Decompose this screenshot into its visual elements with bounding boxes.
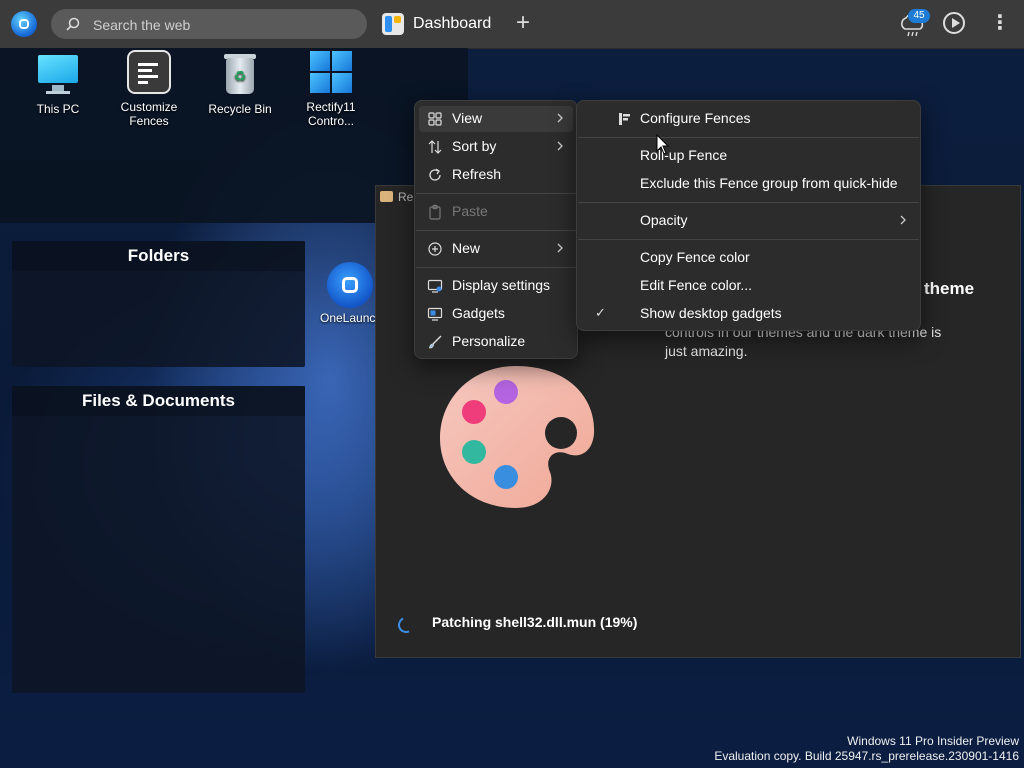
sort-icon <box>428 140 442 154</box>
menu-item-gadgets[interactable]: Gadgets <box>419 301 573 327</box>
submenu-item-copy-color[interactable]: Copy Fence color <box>581 245 916 271</box>
desktop-icon-label: Customize Fences <box>120 100 178 128</box>
watermark-line-2: Evaluation copy. Build 25947.rs_prerelea… <box>714 749 1019 763</box>
display-settings-icon <box>427 279 443 293</box>
brush-icon <box>429 335 442 349</box>
menu-item-display-settings[interactable]: Display settings <box>419 273 573 299</box>
fence-title: Folders <box>12 241 305 271</box>
search-icon <box>66 17 80 31</box>
menu-separator <box>578 239 919 240</box>
chevron-right-icon <box>557 113 563 123</box>
windows-watermark: Windows 11 Pro Insider Preview Evaluatio… <box>714 734 1019 764</box>
menu-separator <box>578 137 919 138</box>
menu-label: Opacity <box>640 212 688 228</box>
desktop-icon-onelaunch[interactable]: OneLaunch <box>318 262 380 332</box>
watermark-line-1: Windows 11 Pro Insider Preview <box>847 734 1019 748</box>
desktop-icon-this-pc[interactable]: This PC <box>15 52 101 116</box>
submenu-item-opacity[interactable]: Opacity <box>581 208 916 234</box>
menu-label: Refresh <box>452 166 502 182</box>
theme-heading: theme <box>924 279 975 298</box>
play-button[interactable] <box>943 12 965 34</box>
desktop-icon-label: OneLaunch <box>320 311 380 325</box>
menu-separator <box>578 202 919 203</box>
fence-title: Files & Documents <box>12 386 305 416</box>
fences-icon <box>619 113 630 125</box>
submenu-item-edit-color[interactable]: Edit Fence color... <box>581 273 916 299</box>
web-search-box[interactable] <box>51 9 367 41</box>
refresh-icon <box>429 168 441 181</box>
status-text: Patching shell32.dll.mun (19%) <box>432 614 638 630</box>
recycle-bin-icon: ♻ <box>218 52 262 96</box>
view-submenu: Configure Fences Roll-up Fence Exclude t… <box>576 100 921 331</box>
chevron-right-icon <box>557 243 563 253</box>
desktop-icon-customize-fences[interactable]: Customize Fences <box>106 50 192 128</box>
folder-icon <box>380 191 393 202</box>
desktop-icon-rectify11[interactable]: Rectify11 Contro... <box>288 50 374 128</box>
onelaunch-logo-icon[interactable] <box>11 11 37 37</box>
clipboard-icon <box>429 204 441 220</box>
menu-label: Show desktop gadgets <box>640 305 782 321</box>
window-title: Re <box>398 190 414 204</box>
menu-label: Gadgets <box>452 305 505 321</box>
chevron-right-icon <box>557 141 563 151</box>
weather-badge: 45 <box>908 9 930 23</box>
fences-app-icon <box>127 50 171 94</box>
paint-palette-icon <box>440 366 595 508</box>
submenu-item-configure-fences[interactable]: Configure Fences <box>581 106 916 132</box>
menu-separator <box>416 267 576 268</box>
menu-item-sort-by[interactable]: Sort by <box>419 134 573 160</box>
browser-top-bar: Dashboard + 45 ⋮ <box>0 0 1024 49</box>
submenu-item-show-gadgets[interactable]: ✓ Show desktop gadgets <box>581 301 916 327</box>
check-icon: ✓ <box>595 305 606 320</box>
desktop-context-menu: View Sort by Refresh Paste New Display s… <box>414 100 578 359</box>
menu-label: New <box>452 240 481 256</box>
onelaunch-icon <box>327 262 373 308</box>
plus-circle-icon <box>428 242 442 256</box>
dashboard-tab-label: Dashboard <box>413 15 492 32</box>
menu-item-view[interactable]: View <box>419 106 573 132</box>
menu-item-refresh[interactable]: Refresh <box>419 162 573 188</box>
submenu-item-exclude-quickhide[interactable]: Exclude this Fence group from quick-hide <box>581 171 916 197</box>
search-input[interactable] <box>91 9 355 41</box>
menu-label: Paste <box>452 203 488 219</box>
mouse-cursor-icon <box>656 134 670 155</box>
menu-label: View <box>452 110 483 126</box>
menu-label: Configure Fences <box>640 110 751 126</box>
menu-label: Exclude this Fence group from quick-hide <box>640 175 898 191</box>
files-documents-fence[interactable]: Files & Documents <box>12 386 305 693</box>
dashboard-icon <box>382 13 404 35</box>
menu-label: Display settings <box>452 277 551 293</box>
gadgets-icon <box>427 307 443 321</box>
menu-item-new[interactable]: New <box>419 236 573 262</box>
windows-logo-icon <box>309 50 353 94</box>
desktop-icon-label: Rectify11 Contro... <box>306 100 356 128</box>
menu-item-paste: Paste <box>419 199 573 225</box>
chevron-right-icon <box>900 215 906 225</box>
new-tab-button[interactable]: + <box>512 11 534 35</box>
menu-label: Personalize <box>452 333 526 349</box>
menu-separator <box>416 193 576 194</box>
more-options-button[interactable]: ⋮ <box>990 12 1010 36</box>
desktop-icon-label: This PC <box>36 102 80 116</box>
menu-label: Roll-up Fence <box>640 147 728 163</box>
menu-item-personalize[interactable]: Personalize <box>419 329 573 355</box>
menu-label: Copy Fence color <box>640 249 750 265</box>
menu-separator <box>416 230 576 231</box>
desktop-icon-label: Recycle Bin <box>208 102 272 116</box>
monitor-icon <box>36 52 80 96</box>
desktop-icon-recycle-bin[interactable]: ♻ Recycle Bin <box>197 52 283 116</box>
grid-view-icon <box>428 112 442 126</box>
dashboard-tab[interactable]: Dashboard <box>382 12 491 36</box>
install-status: Patching shell32.dll.mun (19%) <box>395 612 638 636</box>
submenu-item-rollup-fence[interactable]: Roll-up Fence <box>581 143 916 169</box>
folders-fence[interactable]: Folders <box>12 241 305 367</box>
menu-label: Sort by <box>452 138 497 154</box>
menu-label: Edit Fence color... <box>640 277 753 293</box>
